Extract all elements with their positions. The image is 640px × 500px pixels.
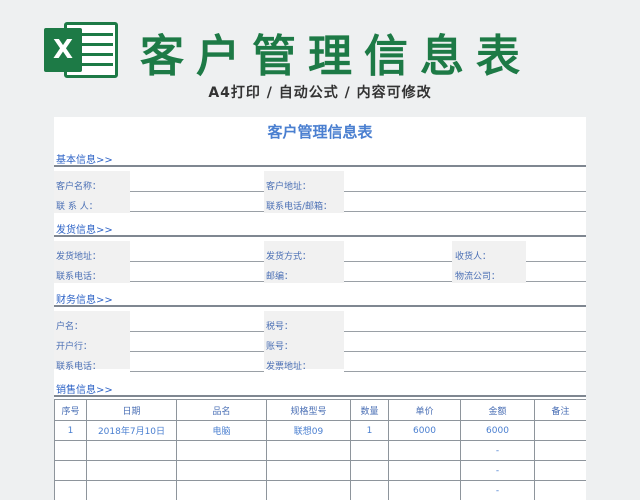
section-divider	[54, 165, 586, 167]
table-cell[interactable]	[54, 480, 87, 500]
table-header-row: 序号 日期 品名 规格型号 数量 单价 金额 备注	[54, 399, 586, 421]
phone-email-label: 联系电话/邮箱：	[266, 202, 333, 212]
col-header-product: 品名	[176, 399, 267, 421]
table-cell[interactable]	[176, 440, 267, 461]
table-row: -	[54, 460, 586, 481]
receiver-input[interactable]	[526, 261, 586, 262]
logistics-label: 物流公司：	[455, 272, 501, 282]
page-subtitle: A4打印 / 自动公式 / 内容可修改	[208, 85, 432, 101]
table-cell[interactable]	[176, 480, 267, 500]
table-cell[interactable]	[266, 440, 351, 461]
sales-table: 序号 日期 品名 规格型号 数量 单价 金额 备注 1 2018年7月10日 电…	[54, 399, 586, 500]
account-name-label: 户名：	[56, 322, 84, 332]
section-shipping-label: 发货信息>>	[56, 225, 113, 236]
section-finance-label: 财务信息>>	[56, 295, 113, 306]
table-cell[interactable]: 6000	[388, 420, 461, 441]
table-cell[interactable]	[350, 460, 389, 481]
receiver-label: 收货人：	[455, 252, 492, 262]
postcode-label: 邮编：	[266, 272, 294, 282]
account-no-label: 账号：	[266, 342, 294, 352]
phone-email-input[interactable]	[344, 211, 586, 212]
table-cell[interactable]	[266, 460, 351, 481]
ship-phone-input[interactable]	[130, 281, 264, 282]
table-cell[interactable]: 联想09	[266, 420, 351, 441]
table-cell[interactable]: 2018年7月10日	[86, 420, 177, 441]
ship-phone-label: 联系电话：	[56, 272, 102, 282]
tax-id-input[interactable]	[344, 331, 586, 332]
invoice-address-label: 发票地址：	[266, 362, 312, 372]
finance-phone-label: 联系电话：	[56, 362, 102, 372]
table-cell[interactable]	[350, 440, 389, 461]
table-cell[interactable]: -	[460, 440, 535, 461]
col-header-quantity: 数量	[350, 399, 389, 421]
header-banner: X 客户管理信息表 A4打印 / 自动公式 / 内容可修改	[0, 0, 640, 110]
col-header-price: 单价	[388, 399, 461, 421]
section-sales-label: 销售信息>>	[56, 385, 113, 396]
table-cell[interactable]: 1	[54, 420, 87, 441]
table-cell[interactable]: -	[460, 460, 535, 481]
spreadsheet-area: 客户管理信息表 基本信息>> 客户名称： 客户地址： 联 系 人： 联系电话/邮…	[54, 117, 586, 500]
table-cell[interactable]	[176, 460, 267, 481]
customer-address-input[interactable]	[344, 191, 586, 192]
contact-label: 联 系 人：	[56, 202, 98, 212]
table-cell[interactable]: 电脑	[176, 420, 267, 441]
col-header-note: 备注	[534, 399, 586, 421]
table-cell[interactable]	[54, 440, 87, 461]
excel-x-letter: X	[44, 28, 82, 72]
col-header-model: 规格型号	[266, 399, 351, 421]
col-header-amount: 金额	[460, 399, 535, 421]
customer-name-label: 客户名称：	[56, 182, 102, 192]
table-cell[interactable]	[534, 440, 586, 461]
table-cell[interactable]	[388, 480, 461, 500]
excel-logo-icon: X	[44, 22, 118, 78]
section-basic-label: 基本信息>>	[56, 155, 113, 166]
table-cell[interactable]: 6000	[460, 420, 535, 441]
table-cell[interactable]	[534, 480, 586, 500]
ship-address-label: 发货地址：	[56, 252, 102, 262]
table-cell[interactable]	[534, 460, 586, 481]
table-cell[interactable]	[388, 460, 461, 481]
finance-phone-input[interactable]	[130, 371, 264, 372]
table-cell[interactable]: 1	[350, 420, 389, 441]
table-cell[interactable]	[86, 440, 177, 461]
col-header-index: 序号	[54, 399, 87, 421]
table-cell[interactable]	[266, 480, 351, 500]
table-cell[interactable]	[350, 480, 389, 500]
ship-method-input[interactable]	[344, 261, 452, 262]
table-cell[interactable]	[534, 420, 586, 441]
table-cell[interactable]: -	[460, 480, 535, 500]
section-divider	[54, 305, 586, 307]
section-divider	[54, 395, 586, 397]
customer-name-input[interactable]	[130, 191, 264, 192]
page-title: 客户管理信息表	[140, 31, 532, 82]
table-cell[interactable]	[54, 460, 87, 481]
table-cell[interactable]	[86, 480, 177, 500]
account-no-input[interactable]	[344, 351, 586, 352]
table-cell[interactable]	[86, 460, 177, 481]
sheet-title: 客户管理信息表	[267, 123, 373, 141]
tax-id-label: 税号：	[266, 322, 294, 332]
invoice-address-input[interactable]	[344, 371, 586, 372]
customer-address-label: 客户地址：	[266, 182, 312, 192]
bank-label: 开户行：	[56, 342, 93, 352]
table-cell[interactable]	[388, 440, 461, 461]
contact-input[interactable]	[130, 211, 264, 212]
ship-method-label: 发货方式：	[266, 252, 312, 262]
ship-address-input[interactable]	[130, 261, 264, 262]
account-name-input[interactable]	[130, 331, 264, 332]
section-divider	[54, 235, 586, 237]
logistics-input[interactable]	[526, 281, 586, 282]
table-row: -	[54, 480, 586, 500]
table-row: -	[54, 440, 586, 461]
table-row: 1 2018年7月10日 电脑 联想09 1 6000 6000	[54, 420, 586, 441]
bank-input[interactable]	[130, 351, 264, 352]
col-header-date: 日期	[86, 399, 177, 421]
postcode-input[interactable]	[344, 281, 452, 282]
